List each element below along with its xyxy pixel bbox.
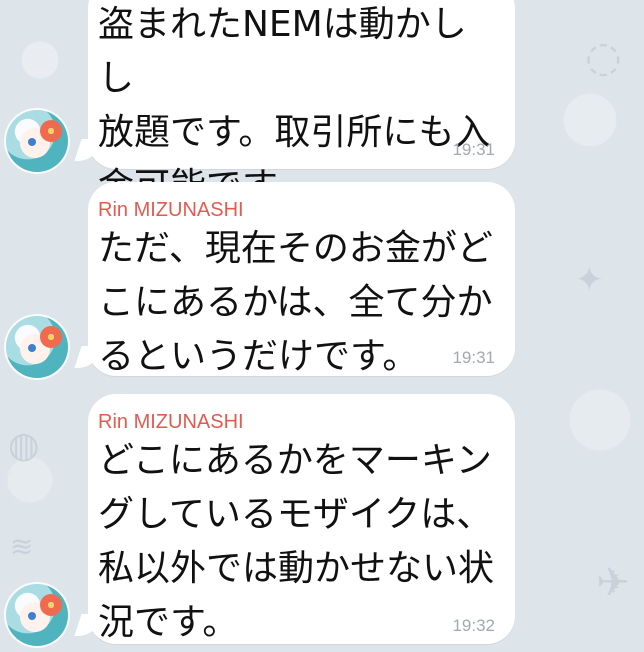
message-timestamp: 19:31 <box>452 348 495 367</box>
background-doodle-icon: ◍ <box>8 425 40 466</box>
background-doodle-icon: ✦ <box>575 260 604 300</box>
avatar-eye-icon <box>28 138 36 146</box>
avatar-flower-icon <box>40 326 62 348</box>
message-text: ただ、現在そのお金がど こにあるかは、全て分か るというだけです。 <box>98 228 493 377</box>
sender-name[interactable]: Rin MIZUNASHI <box>98 198 244 222</box>
message-bubble[interactable]: Rin MIZUNASHI どこにあるかをマーキン グしているモザイクは、 私以… <box>88 394 515 644</box>
message-timestamp: 19:32 <box>452 616 495 635</box>
message-bubble[interactable]: Rin MIZUNASHI ただ、現在そのお金がど こにあるかは、全て分か ると… <box>88 182 515 377</box>
avatar[interactable] <box>6 584 68 646</box>
avatar[interactable] <box>6 110 68 172</box>
sender-name[interactable]: Rin MIZUNASHI <box>98 410 244 434</box>
message-bubble[interactable]: 盗まれたNEMは動かしし 放題です。取引所にも入 金可能です。 19:31 <box>88 0 515 207</box>
background-doodle-icon: ≋ <box>10 530 34 563</box>
avatar-eye-icon <box>28 344 36 352</box>
background-doodle-icon: ✈ <box>596 560 630 606</box>
message-text: どこにあるかをマーキン グしているモザイクは、 私以外では動かせない状 況です。 <box>98 440 495 643</box>
message-timestamp: 19:31 <box>452 140 495 159</box>
avatar-eye-icon <box>28 612 36 620</box>
avatar[interactable] <box>6 316 68 378</box>
avatar-flower-icon <box>40 594 62 616</box>
avatar-flower-icon <box>40 120 62 142</box>
background-doodle-icon: ◌ <box>585 32 622 81</box>
